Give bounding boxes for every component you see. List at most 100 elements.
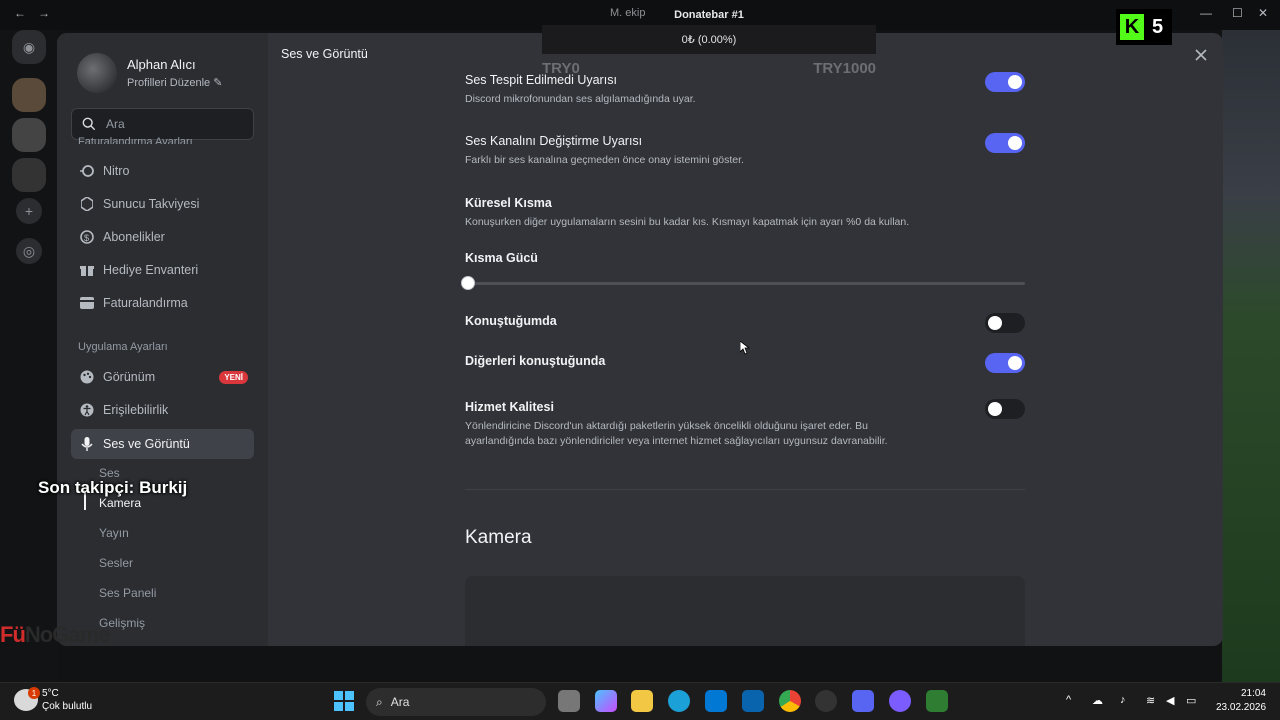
channel-logo: FüNoGame: [0, 622, 110, 647]
global-attenuation-desc: Konuşurken diğer uygulamaların sesini bu…: [465, 216, 910, 228]
sidebar-item-label: Görünüm: [103, 370, 156, 384]
obs-icon[interactable]: [815, 690, 837, 712]
windows-taskbar: 1 5°C Çok bulutlu ⌕ Ara ^ ☁ ♪ ≋ ◀ ▭ 21:0…: [0, 682, 1280, 720]
sidebar-item-accessibility[interactable]: Erişilebilirlik: [71, 395, 254, 425]
file-explorer-icon[interactable]: [631, 690, 653, 712]
server-icon[interactable]: [12, 158, 46, 192]
toggle-knob: [1008, 356, 1022, 370]
logo-text: NoGame: [24, 622, 110, 647]
store-icon[interactable]: [705, 690, 727, 712]
sub-item-stream[interactable]: Yayın: [99, 526, 129, 540]
qos-toggle[interactable]: [985, 399, 1025, 419]
forward-icon[interactable]: →: [38, 6, 50, 20]
wifi-icon[interactable]: ≋: [1146, 694, 1155, 707]
task-view-icon[interactable]: [558, 690, 580, 712]
attenuation-slider[interactable]: [461, 276, 1025, 290]
pencil-icon: ✎: [213, 77, 223, 89]
discord-home-icon[interactable]: ◉: [12, 30, 46, 64]
server-icon[interactable]: [12, 78, 46, 112]
edge-icon[interactable]: [668, 690, 690, 712]
back-icon[interactable]: ←: [14, 6, 26, 20]
sidebar-item-voice-video[interactable]: Ses ve Görüntü: [71, 429, 254, 459]
gift-icon: [79, 262, 95, 278]
chat-app-icon[interactable]: [889, 690, 911, 712]
sidebar-item-label: Nitro: [103, 164, 130, 178]
outlook-icon[interactable]: [742, 690, 764, 712]
microphone-tray-icon[interactable]: ♪: [1120, 694, 1126, 706]
copilot-icon[interactable]: [595, 690, 617, 712]
avatar[interactable]: [77, 53, 117, 93]
weather-widget[interactable]: 1 5°C Çok bulutlu: [14, 687, 92, 713]
sidebar-item-nitro[interactable]: Nitro: [71, 156, 254, 186]
sub-item-camera[interactable]: Kamera: [99, 496, 141, 510]
sidebar-item-label: Sunucu Takviyesi: [103, 197, 200, 211]
kick-viewer-count: 5: [1152, 15, 1164, 38]
attenuation-strength-label: Kısma Gücü: [465, 251, 538, 265]
close-icon[interactable]: [1192, 46, 1210, 64]
sidebar-item-billing[interactable]: Faturalandırma: [71, 288, 254, 318]
sub-item-soundboard[interactable]: Ses Paneli: [99, 586, 156, 600]
no-voice-warning-desc: Discord mikrofonundan ses algılamadığınd…: [465, 93, 696, 105]
sidebar-item-server-boost[interactable]: Sunucu Takviyesi: [71, 189, 254, 219]
search-icon: ⌕: [376, 694, 383, 709]
sidebar-item-gift-inventory[interactable]: Hediye Envanteri: [71, 255, 254, 285]
qos-title: Hizmet Kalitesi: [465, 400, 554, 414]
app-settings-header: Uygulama Ayarları: [78, 341, 168, 353]
toggle-knob: [988, 402, 1002, 416]
profile-card[interactable]: Alphan Alıcı Profilleri Düzenle ✎: [77, 53, 222, 93]
settings-content: Ses ve Görüntü Ses Tespit Edilmedi Uyarı…: [268, 33, 1223, 646]
sidebar-item-label: Faturalandırma: [103, 296, 188, 310]
when-i-speak-toggle[interactable]: [985, 313, 1025, 333]
sidebar-item-subscriptions[interactable]: $ Abonelikler: [71, 222, 254, 252]
streaming-app-icon[interactable]: [926, 690, 948, 712]
taskbar-search-input[interactable]: Ara: [391, 695, 410, 709]
explore-icon[interactable]: ◎: [16, 238, 42, 264]
search-input[interactable]: Ara: [106, 117, 125, 131]
toggle-knob: [1008, 75, 1022, 89]
billing-icon: [79, 295, 95, 311]
discord-icon[interactable]: [852, 690, 874, 712]
search-icon: [82, 117, 96, 131]
donate-max: TRY1000: [813, 60, 876, 77]
sidebar-item-appearance[interactable]: Görünüm YENİ: [71, 362, 254, 392]
weather-alert-badge: 1: [28, 687, 40, 699]
qos-desc-line-1: Yönlendiricine Discord'un aktardığı pake…: [465, 420, 868, 432]
onedrive-icon[interactable]: ☁: [1092, 694, 1103, 707]
global-attenuation-title: Küresel Kısma: [465, 196, 552, 210]
microphone-icon: [79, 436, 95, 452]
camera-section-header: Kamera: [465, 527, 532, 548]
boost-icon: [79, 196, 95, 212]
slider-handle[interactable]: [461, 276, 475, 290]
window-close-icon[interactable]: ✕: [1258, 6, 1268, 20]
kick-logo-icon: K: [1120, 14, 1144, 40]
maximize-icon[interactable]: ☐: [1232, 6, 1243, 20]
sidebar-item-label: Ses ve Görüntü: [103, 437, 190, 451]
tray-overflow-icon[interactable]: ^: [1066, 694, 1071, 706]
no-voice-warning-toggle[interactable]: [985, 72, 1025, 92]
battery-icon[interactable]: ▭: [1186, 694, 1196, 707]
sub-item-sounds[interactable]: Sesler: [99, 556, 133, 570]
last-follower: Son takipçi: Burkij: [38, 478, 188, 497]
channel-switch-warning-toggle[interactable]: [985, 133, 1025, 153]
weather-cloud-icon: 1: [14, 687, 40, 711]
weather-temp: 5°C: [42, 688, 59, 699]
donate-title: Donatebar #1: [674, 9, 744, 21]
clock[interactable]: 21:04 23.02.2026: [1216, 687, 1266, 715]
svg-text:$: $: [84, 233, 89, 243]
minimize-icon[interactable]: —: [1200, 6, 1212, 20]
background-video: [1222, 30, 1280, 682]
add-server-icon[interactable]: +: [16, 198, 42, 224]
taskbar-search[interactable]: ⌕ Ara: [366, 688, 546, 716]
server-icon[interactable]: [12, 118, 46, 152]
kick-viewers-overlay: K 5: [1116, 9, 1172, 45]
settings-modal: Alphan Alıcı Profilleri Düzenle ✎ Ara Fa…: [57, 33, 1223, 646]
palette-icon: [79, 369, 95, 385]
edit-profiles-label: Profilleri Düzenle: [127, 77, 211, 89]
edit-profiles-link[interactable]: Profilleri Düzenle ✎: [127, 76, 222, 89]
chrome-icon[interactable]: [779, 690, 801, 712]
windows-start-icon[interactable]: [334, 691, 354, 711]
volume-icon[interactable]: ◀: [1166, 694, 1174, 707]
sidebar-item-label: Abonelikler: [103, 230, 165, 244]
when-others-speak-toggle[interactable]: [985, 353, 1025, 373]
section-divider: [465, 489, 1025, 490]
